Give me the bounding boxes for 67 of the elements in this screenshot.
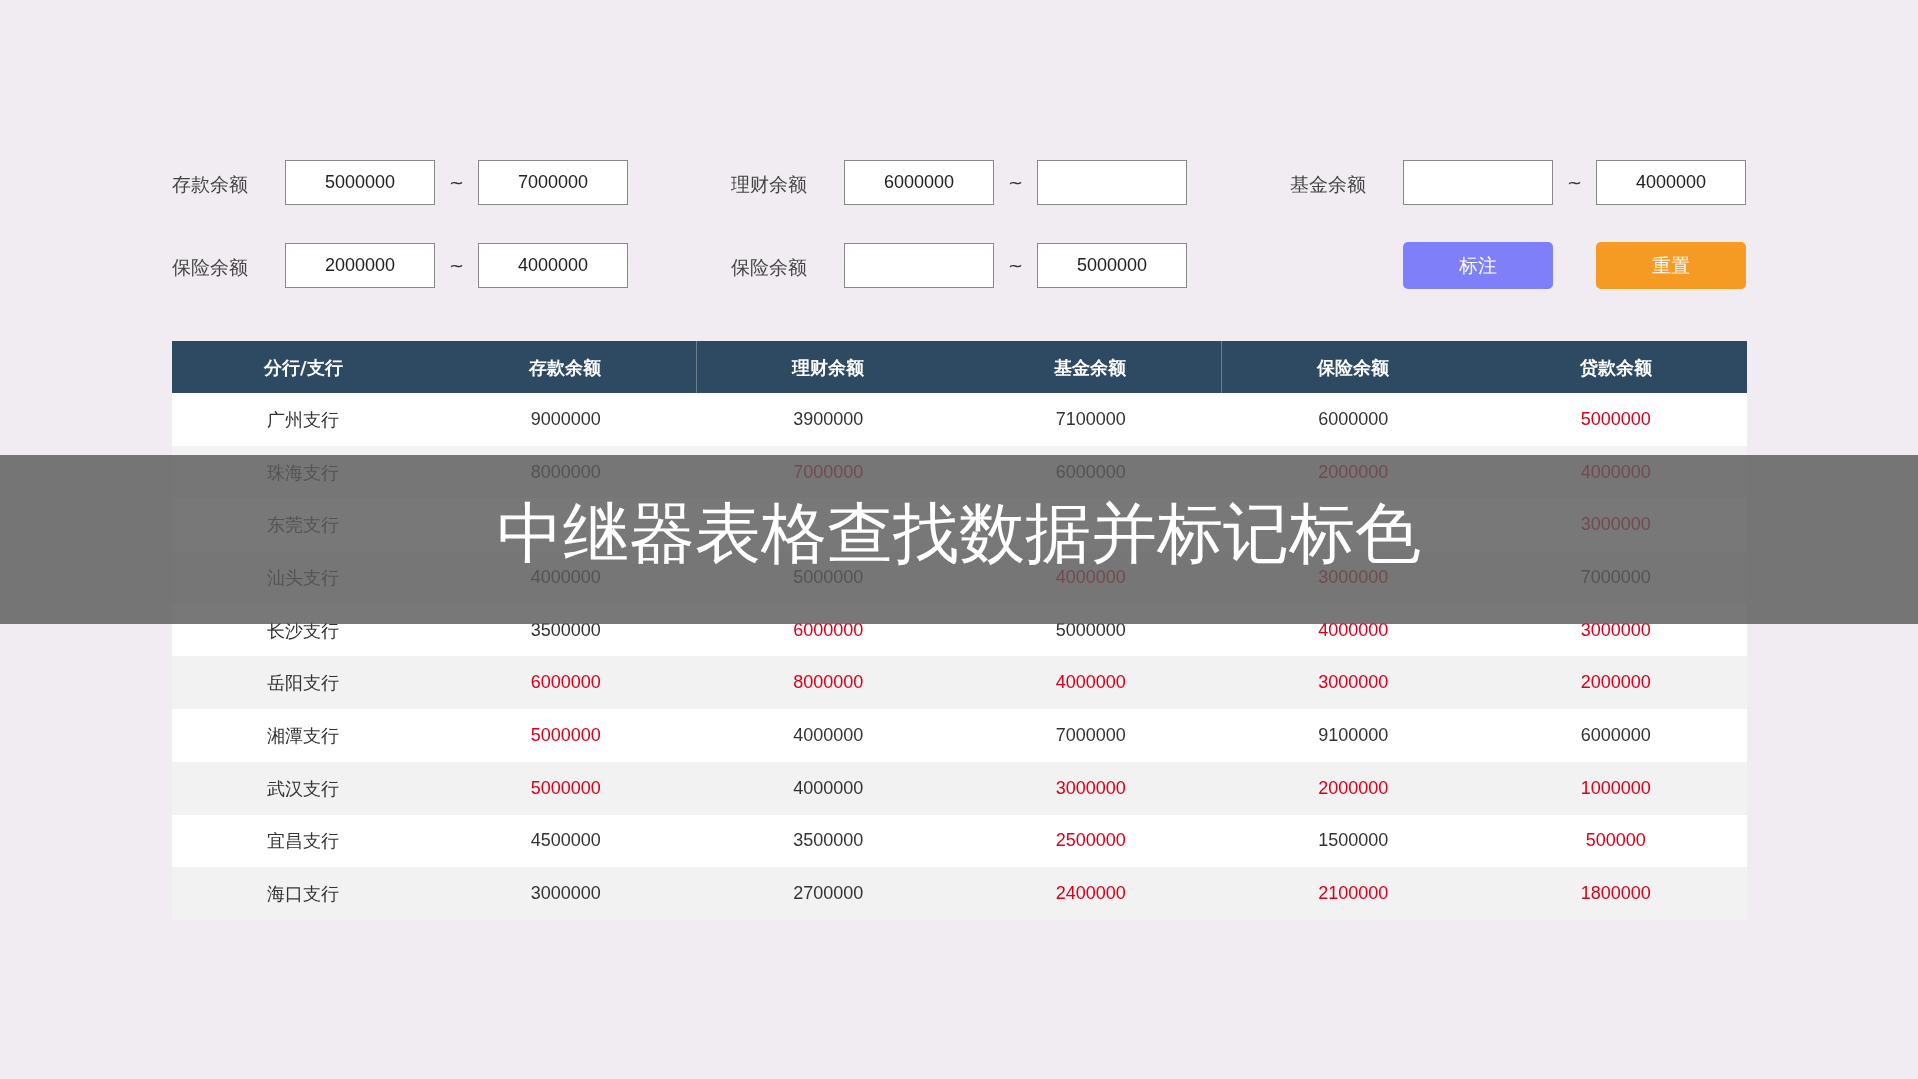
max-input-field[interactable]: 4000000 — [478, 243, 628, 288]
table-cell-text: 2400000 — [1054, 882, 1127, 906]
table-cell-text: 7100000 — [1054, 407, 1127, 431]
table-cell-text: 长沙支行 — [266, 618, 341, 643]
table-cell-text: 2100000 — [1317, 882, 1390, 906]
range-separator: ~ — [447, 254, 466, 278]
filter-label: 存款余额 — [172, 172, 249, 198]
table-cell-text: 1800000 — [1579, 882, 1652, 906]
table-cell-text: 1500000 — [1317, 829, 1390, 853]
table-cell-text: 5000000 — [529, 723, 602, 747]
max-input-field[interactable] — [1037, 160, 1187, 205]
table-cell-text: 3000000 — [1054, 776, 1127, 800]
table-cell-text: 2000000 — [1579, 671, 1652, 695]
table-cell-text: 宜昌支行 — [266, 829, 341, 854]
table-cell-text: 7000000 — [1054, 723, 1127, 747]
column-header: 分行/支行 — [262, 355, 344, 380]
filter-label: 保险余额 — [731, 255, 808, 281]
column-header: 保险余额 — [1315, 355, 1391, 380]
range-separator: ~ — [1006, 254, 1025, 278]
table-cell-text: 4500000 — [529, 829, 602, 853]
min-input-field[interactable]: 6000000 — [844, 160, 994, 205]
table-cell-text: 岳阳支行 — [266, 671, 341, 696]
range-separator: ~ — [1565, 171, 1584, 195]
table-cell-text: 5000000 — [529, 776, 602, 800]
range-separator: ~ — [1006, 171, 1025, 195]
filter-label: 保险余额 — [172, 255, 249, 281]
table-cell-text: 9100000 — [1317, 723, 1390, 747]
table-cell-text: 湘潭支行 — [266, 723, 341, 748]
max-input-field[interactable]: 4000000 — [1596, 160, 1746, 205]
table-cell-text: 6000000 — [1579, 723, 1652, 747]
min-input-field[interactable] — [1403, 160, 1553, 205]
max-input-field[interactable]: 7000000 — [478, 160, 628, 205]
table-cell-text: 3000000 — [1317, 671, 1390, 695]
table-cell-text: 4000000 — [1054, 671, 1127, 695]
min-input-field[interactable] — [844, 243, 994, 288]
table-cell-text: 4000000 — [792, 776, 865, 800]
table-cell-text: 2000000 — [1317, 776, 1390, 800]
table-cell-text: 武汉支行 — [266, 776, 341, 801]
column-header: 理财余额 — [790, 355, 866, 380]
table-cell-text: 6000000 — [1317, 407, 1390, 431]
table-cell-text: 3900000 — [792, 407, 865, 431]
table-cell-text: 3000000 — [529, 882, 602, 906]
table-cell-text: 6000000 — [792, 618, 865, 642]
table-cell-text: 3500000 — [529, 618, 602, 642]
filter-label: 基金余额 — [1290, 172, 1367, 198]
table-cell-text: 海口支行 — [266, 882, 341, 907]
table-cell-text: 9000000 — [529, 407, 602, 431]
max-input-field[interactable]: 5000000 — [1037, 243, 1187, 288]
table-cell-text: 5000000 — [1054, 618, 1127, 642]
table-cell-text: 3000000 — [1579, 618, 1652, 642]
table-cell-text: 8000000 — [792, 671, 865, 695]
table-cell-text: 6000000 — [529, 671, 602, 695]
table-cell-text: 500000 — [1584, 829, 1647, 853]
filter-label: 理财余额 — [731, 172, 808, 198]
banner-title: 中继器表格查找数据并标记标色 — [497, 500, 1421, 567]
range-separator: ~ — [447, 171, 466, 195]
table-cell-text: 4000000 — [792, 723, 865, 747]
table-cell-text: 广州支行 — [266, 407, 341, 432]
table-cell-text: 3500000 — [792, 829, 865, 853]
column-header: 贷款余额 — [1578, 355, 1653, 380]
min-input-field[interactable]: 2000000 — [285, 243, 435, 288]
table-cell-text: 5000000 — [1579, 407, 1652, 431]
table-cell-text: 2500000 — [1054, 829, 1127, 853]
table-cell-text: 1000000 — [1579, 776, 1652, 800]
min-input-field[interactable]: 5000000 — [285, 160, 435, 205]
table-cell-text: 2700000 — [792, 882, 865, 906]
table-cell-text: 4000000 — [1317, 618, 1390, 642]
